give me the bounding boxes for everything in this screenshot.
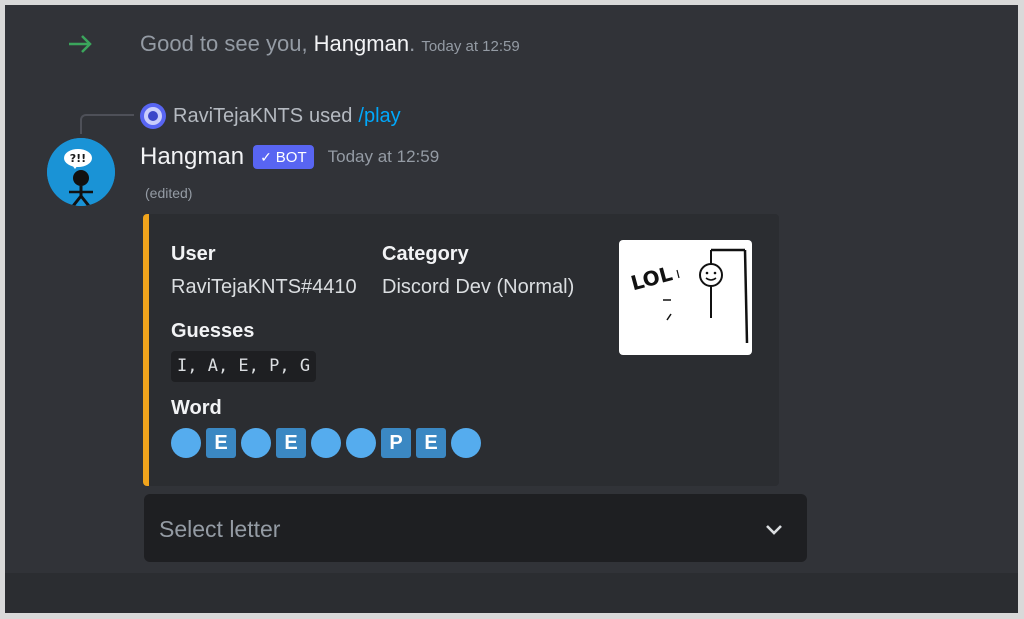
reply-used-text: used — [309, 104, 353, 127]
bot-tag: ✓ BOT — [253, 145, 314, 169]
window-frame: Good to see you, Hangman. Today at 12:59… — [5, 5, 1018, 613]
guesses-code: I, A, E, P, G — [171, 351, 317, 382]
field-category-value: Discord Dev (Normal) — [382, 276, 575, 298]
word-letter-tile: E — [416, 428, 446, 458]
message-header: Hangman ✓ BOT Today at 12:59 — [140, 142, 439, 172]
field-user-value: RaviTejaKNTS#4410 — [171, 276, 357, 298]
reply-avatar[interactable] — [140, 103, 166, 129]
word-display: EEPE — [171, 428, 481, 458]
message-list: Good to see you, Hangman. Today at 12:59… — [5, 5, 1018, 573]
field-user-name: User — [171, 243, 216, 265]
reply-command[interactable]: /play — [358, 105, 400, 128]
select-letter-dropdown[interactable]: Select letter — [144, 494, 807, 562]
word-blank-circle-icon — [311, 428, 341, 458]
checkmark-icon: ✓ — [260, 148, 272, 165]
hangman-thumbnail[interactable]: LOL — [619, 240, 752, 355]
join-timestamp[interactable]: Today at 12:59 — [421, 38, 519, 55]
word-blank-circle-icon — [171, 428, 201, 458]
author-name[interactable]: Hangman — [140, 143, 244, 171]
system-message: Good to see you, Hangman. Today at 12:59 — [5, 5, 1018, 85]
svg-text:?!!: ?!! — [70, 152, 86, 165]
field-word-name: Word — [171, 397, 222, 419]
reply-connector — [80, 114, 134, 134]
message-timestamp[interactable]: Today at 12:59 — [328, 147, 440, 167]
command-reply[interactable]: RaviTejaKNTS used /play — [140, 102, 401, 130]
join-username[interactable]: Hangman — [314, 31, 409, 56]
field-guesses-name: Guesses — [171, 320, 255, 342]
join-prefix: Good to see you, — [140, 31, 314, 56]
join-text: Good to see you, Hangman. Today at 12:59 — [140, 31, 520, 57]
field-category-name: Category — [382, 243, 469, 265]
reply-username[interactable]: RaviTejaKNTS — [173, 105, 303, 128]
edited-indicator: (edited) — [145, 185, 193, 201]
word-letter-tile: E — [206, 428, 236, 458]
join-arrow-icon — [69, 35, 92, 53]
hangman-drawing-icon: LOL — [628, 248, 749, 344]
join-suffix: . — [409, 31, 416, 56]
word-blank-circle-icon — [346, 428, 376, 458]
bot-tag-label: BOT — [275, 148, 307, 166]
word-blank-circle-icon — [451, 428, 481, 458]
embed: User RaviTejaKNTS#4410 Category Discord … — [143, 214, 779, 486]
word-letter-tile: E — [276, 428, 306, 458]
bot-avatar[interactable]: ?!! — [47, 138, 115, 206]
word-blank-circle-icon — [241, 428, 271, 458]
chevron-down-icon — [766, 525, 782, 535]
select-placeholder: Select letter — [159, 516, 281, 542]
stick-figure-icon: ?!! — [47, 138, 115, 206]
thumbnail-lol-text: LOL — [628, 261, 675, 295]
word-letter-tile: P — [381, 428, 411, 458]
